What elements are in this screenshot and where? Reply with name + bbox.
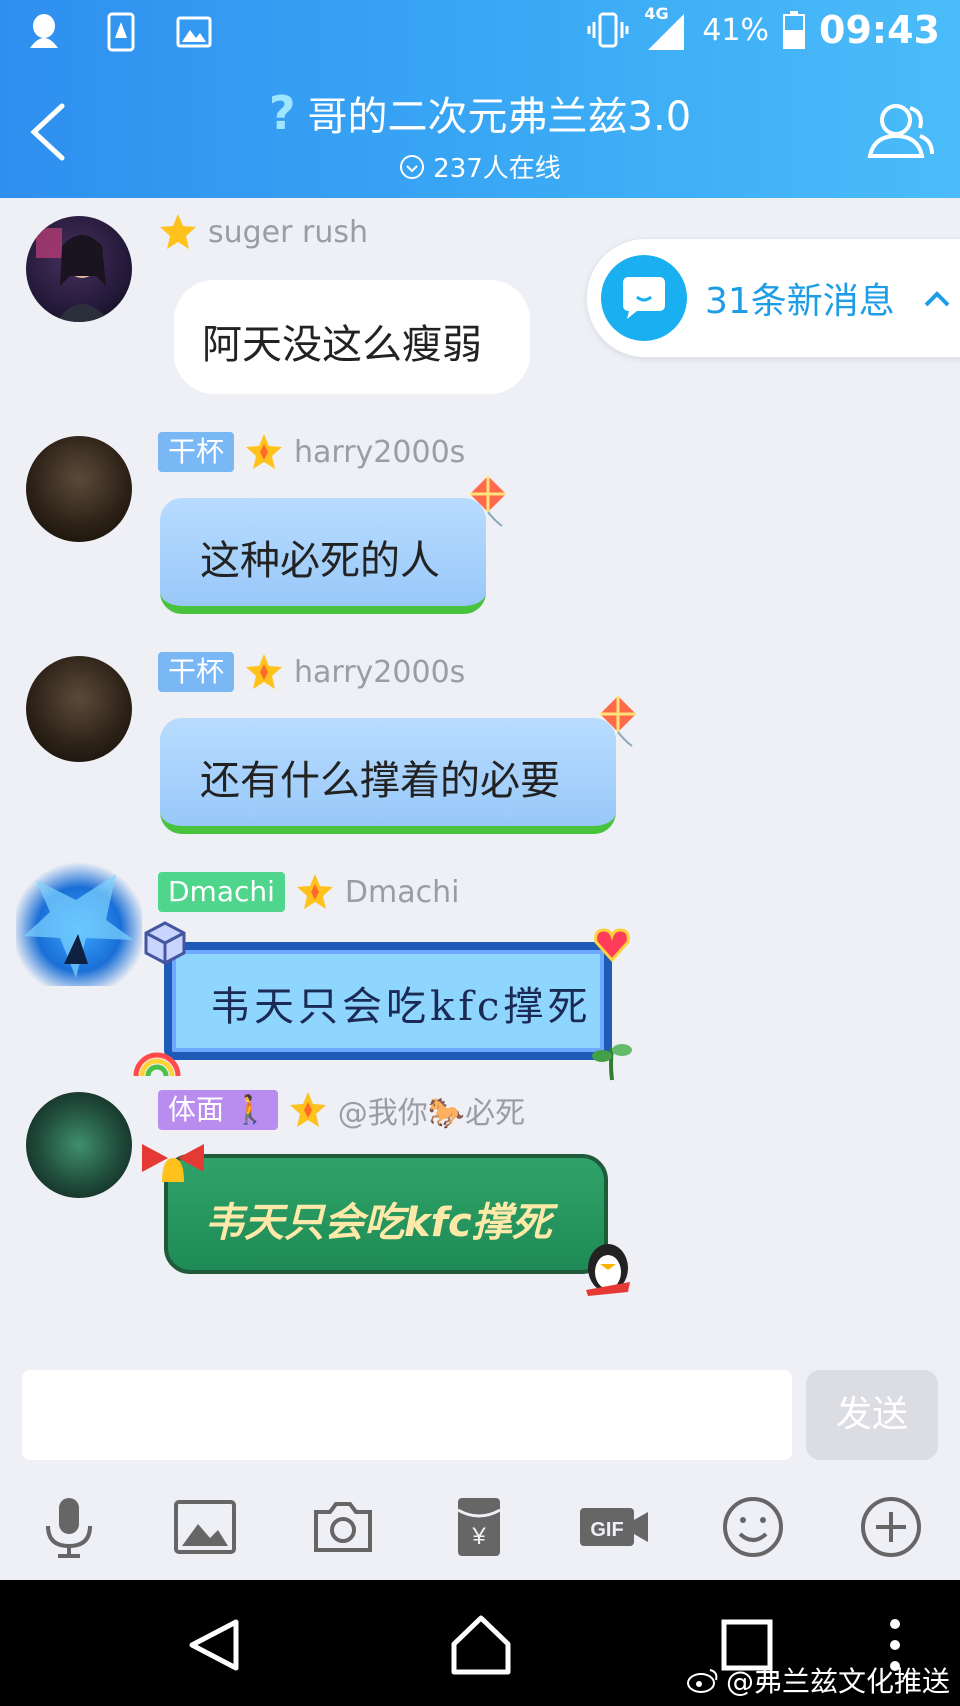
username: harry2000s <box>294 654 466 690</box>
cube-icon <box>144 921 186 965</box>
username: Dmachi <box>344 874 460 910</box>
online-check-icon <box>400 154 425 179</box>
help-icon: ? <box>268 86 296 140</box>
kite-icon <box>600 696 636 747</box>
send-button[interactable]: 发送 <box>806 1370 938 1460</box>
kite-icon <box>470 476 506 527</box>
plus-icon[interactable] <box>856 1492 926 1562</box>
penguin-icon <box>586 1244 630 1296</box>
qq-penguin-icon <box>30 14 58 48</box>
message-text: 还有什么撑着的必要 <box>200 758 560 804</box>
gallery-icon <box>176 16 212 48</box>
message-text: 韦天只会吃kfc撑死 <box>204 1200 552 1246</box>
member-title-badge: 体面 🚶 <box>158 1090 278 1130</box>
message-bubble[interactable]: 还有什么撑着的必要 <box>160 696 636 834</box>
message-bubble[interactable]: 阿天没这么瘦弱 <box>174 280 530 394</box>
star-rank-icon <box>246 654 283 689</box>
heart-icon <box>594 928 630 963</box>
message-text: 阿天没这么瘦弱 <box>202 322 482 368</box>
avatar[interactable] <box>26 656 132 762</box>
plant-icon <box>592 1044 632 1081</box>
message-input[interactable] <box>22 1370 792 1460</box>
emoji-icon[interactable] <box>718 1492 788 1562</box>
red-packet-icon[interactable]: ¥ <box>444 1492 514 1562</box>
chat-bubble-icon <box>601 255 687 341</box>
group-title-button[interactable]: ? 哥的二次元弗兰兹3.0 <box>269 84 691 142</box>
composer: 发送 <box>0 1364 960 1460</box>
system-nav-bar: @弗兰兹文化推送 <box>0 1580 960 1706</box>
battery-percent: 41% <box>702 12 770 48</box>
message-bubble[interactable]: 这种必死的人 <box>160 476 506 614</box>
chat-area[interactable]: suger rush 阿天没这么瘦弱 干杯 harry2000s 这种必死的人 … <box>0 198 960 1364</box>
message-text: 韦天只会吃kfc撑死 <box>210 984 592 1030</box>
new-messages-button[interactable]: 31条新消息 <box>586 238 960 358</box>
rainbow-icon <box>133 1052 181 1077</box>
status-bar: 4G 41% 09:43 <box>0 0 960 66</box>
nav-home-icon[interactable] <box>446 1610 516 1680</box>
gif-icon[interactable]: GIF <box>576 1492 652 1562</box>
star-rank-icon <box>296 874 333 909</box>
page-title: 哥的二次元弗兰兹3.0 <box>307 94 692 140</box>
message-bubble[interactable]: 韦天只会吃kfc撑死 <box>133 921 632 1081</box>
app-bar: ? 哥的二次元弗兰兹3.0 237人在线 <box>0 66 960 198</box>
username: @我你🐎必死 <box>337 1096 526 1131</box>
message-bubble[interactable]: 韦天只会吃kfc撑死 <box>142 1144 630 1296</box>
sim-card-icon <box>107 12 135 52</box>
avatar-image <box>24 874 134 978</box>
avatar[interactable] <box>26 1092 132 1198</box>
battery-icon <box>783 11 806 49</box>
avatar[interactable] <box>26 436 132 542</box>
svg-text:¥: ¥ <box>471 1523 486 1550</box>
group-members-icon[interactable] <box>866 96 936 166</box>
network-type: 4G <box>644 4 669 23</box>
watermark-text: @弗兰兹文化推送 <box>725 1665 950 1698</box>
star-rank-icon <box>289 1092 326 1127</box>
member-title-badge: Dmachi <box>158 872 285 912</box>
message-text: 这种必死的人 <box>200 538 440 584</box>
username: harry2000s <box>294 434 466 470</box>
avatar[interactable] <box>26 216 132 322</box>
member-title-badge: 干杯 <box>158 652 235 692</box>
vibrate-icon <box>587 12 629 48</box>
svg-text:GIF: GIF <box>590 1519 623 1541</box>
clock: 09:43 <box>819 8 940 52</box>
member-title-badge: 干杯 <box>158 432 235 472</box>
avatar-image <box>36 228 110 322</box>
image-icon[interactable] <box>170 1492 240 1562</box>
new-messages-label: 31条新消息 <box>705 281 895 322</box>
bell-bow-icon <box>142 1144 204 1182</box>
avatar[interactable] <box>16 860 142 986</box>
watermark: @弗兰兹文化推送 <box>686 1660 950 1700</box>
camera-icon[interactable] <box>308 1492 378 1562</box>
username: suger rush <box>208 214 369 250</box>
nav-back-icon[interactable] <box>180 1610 250 1680</box>
composer-toolbar: ¥ GIF <box>0 1470 960 1580</box>
online-count: 237人在线 <box>433 154 561 184</box>
star-rank-icon <box>160 214 196 249</box>
chevron-up-icon <box>923 281 951 316</box>
microphone-icon[interactable] <box>34 1492 104 1562</box>
star-rank-icon <box>246 434 283 469</box>
weibo-icon <box>686 1669 718 1693</box>
person-walking-icon: 🚶 <box>224 1093 268 1126</box>
